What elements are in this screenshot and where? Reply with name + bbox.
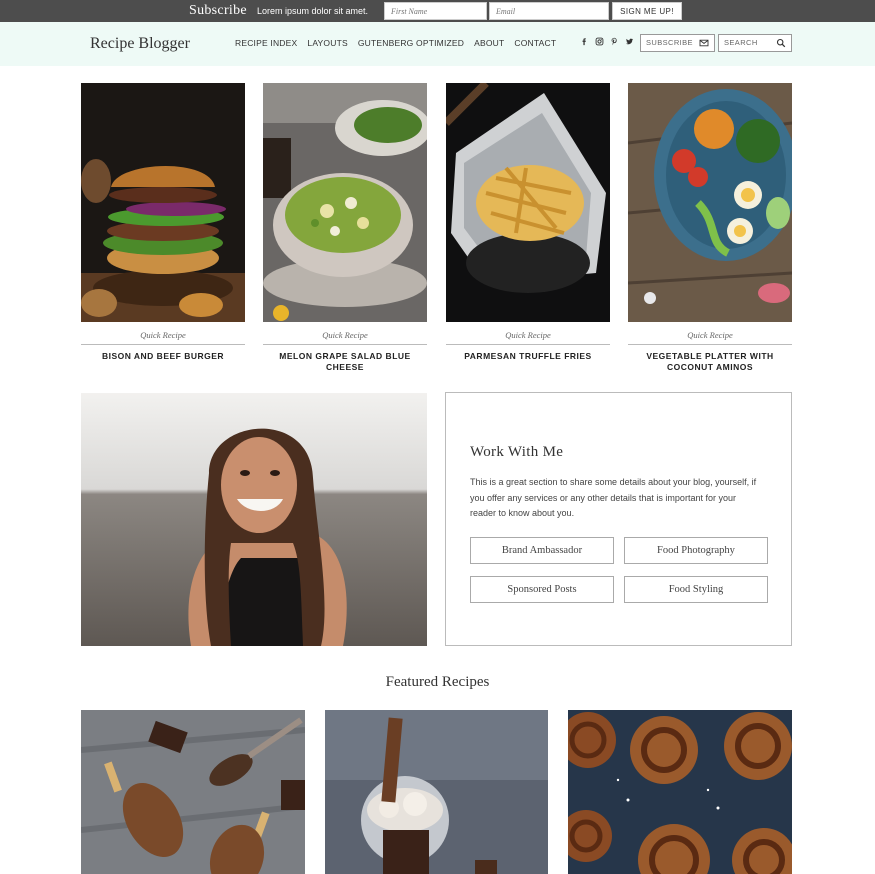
pinterest-icon[interactable] [609, 37, 619, 48]
search-icon[interactable] [776, 38, 786, 48]
recipe-title[interactable]: VEGETABLE PLATTER WITH COCONUT AMINOS [628, 351, 792, 373]
sign-me-up-button[interactable]: SIGN ME UP! [612, 2, 682, 20]
featured-recipes-heading: Featured Recipes [385, 674, 490, 690]
work-with-me-title: Work With Me [470, 444, 564, 460]
nav-contact[interactable]: CONTACT [514, 38, 556, 48]
vegetable-platter-photo[interactable] [628, 83, 792, 322]
recipe-card[interactable]: Quick Recipe BISON AND BEEF BURGER [81, 83, 245, 362]
work-with-me-box: Work With Me This is a great section to … [445, 392, 792, 646]
header-subscribe-label: SUBSCRIBE [646, 38, 693, 47]
divider [263, 344, 427, 345]
subscribe-bar: Subscribe Lorem ipsum dolor sit amet. SI… [0, 0, 875, 22]
email-field[interactable] [489, 2, 609, 20]
recipe-title[interactable]: BISON AND BEEF BURGER [81, 351, 245, 362]
facebook-icon[interactable] [579, 37, 589, 48]
subscribe-text: Lorem ipsum dolor sit amet. [257, 6, 369, 16]
recipe-category: Quick Recipe [140, 330, 186, 340]
nav-about[interactable]: ABOUT [474, 38, 504, 48]
twitter-icon[interactable] [624, 37, 634, 48]
burger-photo[interactable] [81, 83, 245, 322]
sponsored-posts-button[interactable]: Sponsored Posts [470, 576, 614, 603]
header-subscribe-button[interactable]: SUBSCRIBE [640, 34, 715, 52]
nav-recipe-index[interactable]: RECIPE INDEX [235, 38, 297, 48]
recipe-title[interactable]: PARMESAN TRUFFLE FRIES [446, 351, 610, 362]
nav-layouts[interactable]: LAYOUTS [307, 38, 347, 48]
author-portrait [81, 393, 427, 646]
divider [81, 344, 245, 345]
fries-photo[interactable] [446, 83, 610, 322]
subscribe-title: Subscribe [189, 3, 247, 18]
recipe-title[interactable]: MELON GRAPE SALAD BLUE CHEESE [263, 351, 427, 373]
divider [446, 344, 610, 345]
divider [628, 344, 792, 345]
instagram-icon[interactable] [594, 37, 604, 48]
work-with-me-description: This is a great section to share some de… [470, 477, 757, 518]
recipe-category: Quick Recipe [505, 330, 551, 340]
cinnamon-rolls-photo[interactable] [568, 710, 792, 874]
chocolate-popsicle-photo[interactable] [81, 710, 305, 874]
header-search-input[interactable]: SEARCH [718, 34, 792, 52]
hot-chocolate-photo[interactable] [325, 710, 548, 874]
recipe-card[interactable]: Quick Recipe VEGETABLE PLATTER WITH COCO… [628, 83, 792, 373]
social-links [579, 37, 634, 48]
food-styling-button[interactable]: Food Styling [624, 576, 768, 603]
recipe-card[interactable]: Quick Recipe PARMESAN TRUFFLE FRIES [446, 83, 610, 362]
recipe-category: Quick Recipe [687, 330, 733, 340]
food-photography-button[interactable]: Food Photography [624, 537, 768, 564]
nav-gutenberg-optimized[interactable]: GUTENBERG OPTIMIZED [358, 38, 464, 48]
recipe-category: Quick Recipe [322, 330, 368, 340]
recipe-card[interactable]: Quick Recipe MELON GRAPE SALAD BLUE CHEE… [263, 83, 427, 373]
main-nav: RECIPE INDEX LAYOUTS GUTENBERG OPTIMIZED… [235, 38, 566, 48]
site-header: Recipe Blogger RECIPE INDEX LAYOUTS GUTE… [0, 22, 875, 66]
first-name-field[interactable] [384, 2, 487, 20]
brand-ambassador-button[interactable]: Brand Ambassador [470, 537, 614, 564]
salad-photo[interactable] [263, 83, 427, 322]
site-logo[interactable]: Recipe Blogger [90, 35, 190, 53]
envelope-icon [699, 39, 709, 47]
header-search-label: SEARCH [724, 38, 758, 47]
